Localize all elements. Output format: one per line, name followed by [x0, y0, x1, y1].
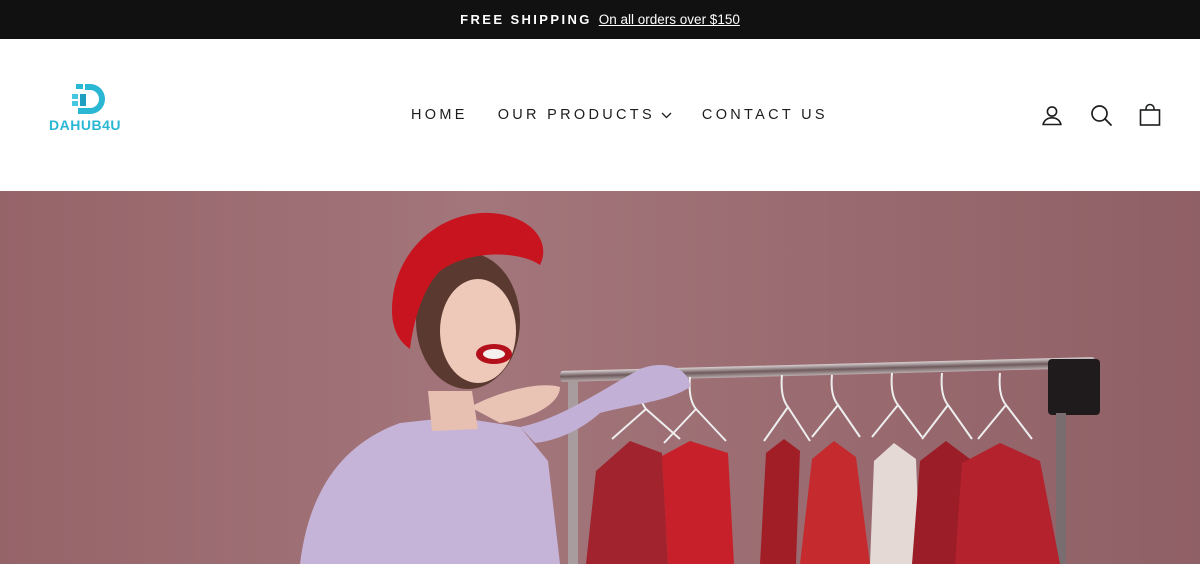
logo-text: DAHUB4U — [49, 117, 121, 133]
chevron-down-icon — [661, 112, 672, 118]
main-nav: HOME OUR PRODUCTS CONTACT US — [411, 105, 828, 125]
nav-item-label: HOME — [411, 107, 468, 123]
nav-item-home[interactable]: HOME — [411, 107, 468, 123]
nav-item-label: CONTACT US — [701, 107, 828, 123]
site-header: DAHUB4U HOME OUR PRODUCTS CONTACT US — [0, 39, 1200, 191]
cart-icon[interactable] — [1138, 103, 1162, 127]
announcement-bar: FREE SHIPPING On all orders over $150 — [0, 0, 1200, 39]
announcement-title: FREE SHIPPING — [460, 12, 592, 27]
search-icon[interactable] — [1089, 103, 1113, 127]
announcement-link[interactable]: On all orders over $150 — [599, 12, 740, 27]
logo-mark-icon — [72, 84, 105, 114]
header-actions — [1040, 103, 1162, 127]
account-icon[interactable] — [1040, 103, 1064, 127]
site-logo[interactable]: DAHUB4U — [44, 84, 134, 138]
nav-item-our-products[interactable]: OUR PRODUCTS — [498, 107, 672, 123]
hero-banner — [0, 191, 1200, 564]
nav-item-contact-us[interactable]: CONTACT US — [702, 107, 828, 123]
hero-image — [0, 191, 1200, 564]
nav-item-label: OUR PRODUCTS — [497, 107, 655, 123]
